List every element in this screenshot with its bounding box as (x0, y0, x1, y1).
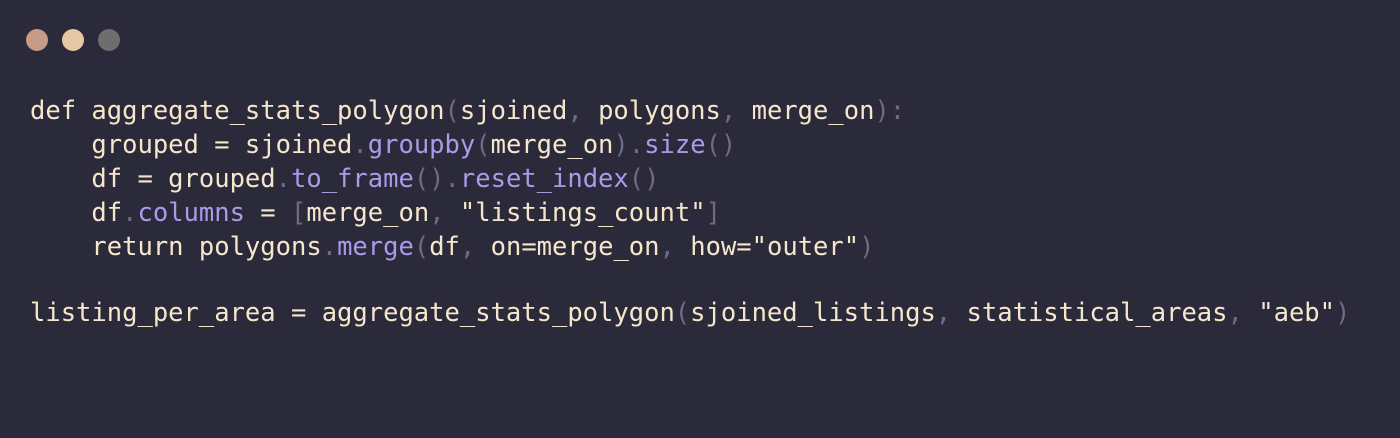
code-token: (). (413, 164, 460, 194)
code-window: def aggregate_stats_polygon(sjoined, pol… (0, 0, 1400, 438)
code-token: , (459, 232, 491, 262)
code-token: df (30, 198, 123, 228)
code-token: () (705, 130, 737, 160)
code-token: , (567, 96, 599, 126)
code-token: on=merge_on (490, 232, 660, 262)
maximize-button[interactable] (98, 29, 120, 51)
code-line: listing_per_area = aggregate_stats_polyg… (30, 296, 1350, 330)
code-token: grouped = sjoined (30, 130, 353, 160)
code-token: polygons (598, 96, 721, 126)
code-token: reset_index (459, 164, 629, 194)
code-token: , (659, 232, 691, 262)
code-token: , (429, 198, 460, 228)
code-token: sjoined (459, 96, 568, 126)
code-token: columns (137, 198, 245, 228)
code-token: . (352, 130, 368, 160)
code-token: , (935, 298, 967, 328)
close-button[interactable] (26, 29, 48, 51)
code-line: df.columns = [merge_on, "listings_count"… (30, 196, 1350, 230)
code-token: ( (475, 130, 491, 160)
code-token: . (122, 198, 138, 228)
code-token: def aggregate_stats_polygon (30, 96, 445, 126)
code-token: "aeb" (1258, 298, 1335, 328)
code-token: "listings_count" (459, 198, 706, 228)
code-token: merge_on (490, 130, 614, 160)
code-token: = (244, 198, 292, 228)
code-line: df = grouped.to_frame().reset_index() (30, 162, 1350, 196)
code-line: return polygons.merge(df, on=merge_on, h… (30, 230, 1350, 264)
code-token: . (275, 164, 291, 194)
code-token: df (429, 232, 460, 262)
code-token: () (628, 164, 660, 194)
code-token: ( (444, 96, 460, 126)
code-token: ( (674, 298, 691, 328)
code-token: return polygons (30, 232, 322, 262)
code-token: , (720, 96, 752, 126)
code-token: ): (874, 96, 906, 126)
code-token: how="outer" (690, 232, 860, 262)
code-token: groupby (367, 130, 476, 160)
code-token: ) (1335, 298, 1351, 328)
code-token: df = grouped (30, 164, 276, 194)
code-token: statistical_areas (966, 298, 1228, 328)
code-token: ). (613, 130, 645, 160)
code-token: ( (413, 232, 430, 262)
minimize-button[interactable] (62, 29, 84, 51)
code-token: merge_on (306, 198, 430, 228)
code-token: listing_per_area = aggregate_stats_polyg… (30, 298, 675, 328)
window-controls (26, 29, 120, 51)
code-token: . (321, 232, 338, 262)
code-line: def aggregate_stats_polygon(sjoined, pol… (30, 94, 1350, 128)
code-line: grouped = sjoined.groupby(merge_on).size… (30, 128, 1350, 162)
code-token: ) (859, 232, 875, 262)
code-token: sjoined_listings (690, 298, 936, 328)
code-token: size (644, 130, 706, 160)
code-token: [ (291, 198, 307, 228)
code-token: , (1227, 298, 1259, 328)
code-token: to_frame (291, 164, 414, 194)
code-token: ] (705, 198, 721, 228)
code-token: merge_on (751, 96, 875, 126)
code-block: def aggregate_stats_polygon(sjoined, pol… (30, 94, 1350, 330)
code-token: merge (337, 232, 414, 262)
